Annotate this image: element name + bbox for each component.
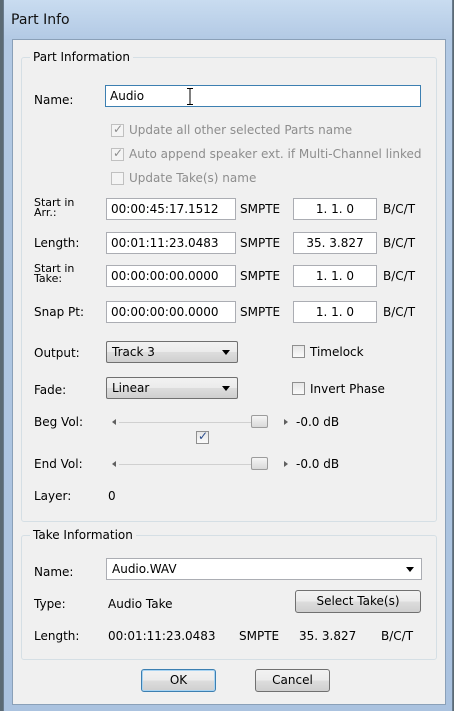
- take-name-value: Audio.WAV: [112, 562, 177, 576]
- check-icon: ✓: [113, 146, 124, 160]
- beg-vol-value: -0.0 dB: [296, 415, 340, 429]
- timelock-checkbox[interactable]: [292, 345, 305, 358]
- take-type-value: Audio Take: [108, 597, 173, 611]
- part-name-label: Name:: [34, 93, 74, 107]
- start-in-take-time-input[interactable]: 00:00:00:00.0000: [106, 265, 236, 287]
- update-parts-name-checkbox[interactable]: ✓: [111, 122, 124, 137]
- start-in-arr-bars-input[interactable]: 1. 1. 0: [293, 198, 377, 220]
- layer-value: 0: [108, 489, 116, 503]
- check-icon: ✓: [198, 429, 209, 443]
- fade-value: Linear: [112, 381, 150, 395]
- end-vol-value: -0.0 dB: [296, 457, 340, 471]
- beg-vol-label: Beg Vol:: [34, 415, 84, 429]
- part-information-legend: Part Information: [30, 50, 133, 64]
- length-time-input[interactable]: 00:01:11:23.0483: [106, 232, 236, 254]
- ok-button[interactable]: OK: [141, 669, 216, 692]
- chevron-down-icon: [222, 386, 230, 391]
- start-in-arr-time-input[interactable]: 00:00:45:17.1512: [106, 198, 236, 220]
- cancel-button[interactable]: Cancel: [255, 669, 330, 692]
- slider-right-arrow-icon[interactable]: [284, 419, 288, 425]
- slider-track[interactable]: [119, 422, 267, 423]
- take-name-dropdown[interactable]: Audio.WAV: [106, 558, 422, 580]
- part-name-input[interactable]: Audio: [105, 85, 421, 107]
- link-volumes-checkbox[interactable]: ✓: [196, 429, 209, 444]
- window-title: Part Info: [11, 12, 70, 28]
- snap-point-time-unit: SMPTE: [240, 305, 281, 319]
- take-length-bars: 35. 3.827: [299, 629, 357, 643]
- slider-thumb[interactable]: [251, 415, 268, 428]
- slider-left-arrow-icon[interactable]: [112, 461, 116, 467]
- start-in-arr-time-unit: SMPTE: [240, 202, 281, 216]
- start-in-take-label: Start in Take:: [34, 262, 75, 285]
- take-length-time: 00:01:11:23.0483: [108, 629, 216, 643]
- snap-point-bars-unit: B/C/T: [383, 305, 416, 319]
- snap-point-bars-input[interactable]: 1. 1. 0: [293, 301, 377, 323]
- chevron-down-icon: [222, 350, 230, 355]
- output-value: Track 3: [112, 345, 155, 359]
- select-takes-button[interactable]: Select Take(s): [295, 590, 421, 613]
- length-time-unit: SMPTE: [240, 236, 281, 250]
- part-name-value: Audio: [110, 89, 145, 103]
- take-type-label: Type:: [34, 597, 66, 611]
- text-cursor-icon: [187, 88, 193, 105]
- invert-phase-label: Invert Phase: [310, 382, 385, 396]
- take-information-legend: Take Information: [30, 528, 136, 542]
- take-name-label: Name:: [34, 565, 74, 579]
- layer-label: Layer:: [34, 489, 72, 503]
- output-dropdown[interactable]: Track 3: [106, 341, 238, 363]
- take-length-bars-unit: B/C/T: [381, 629, 414, 643]
- auto-append-label: Auto append speaker ext. if Multi-Channe…: [129, 147, 422, 161]
- dialog-client-area: Part Information Name: Audio ✓ Update al…: [12, 39, 446, 705]
- start-in-take-bars-input[interactable]: 1. 1. 0: [293, 265, 377, 287]
- end-vol-label: End Vol:: [34, 457, 83, 471]
- start-in-take-time-unit: SMPTE: [240, 269, 281, 283]
- length-bars-input[interactable]: 35. 3.827: [293, 232, 377, 254]
- timelock-label: Timelock: [310, 345, 364, 359]
- fade-dropdown[interactable]: Linear: [106, 377, 238, 399]
- slider-right-arrow-icon[interactable]: [284, 461, 288, 467]
- snap-point-time-input[interactable]: 00:00:00:00.0000: [106, 301, 236, 323]
- chevron-down-icon: [406, 567, 414, 572]
- invert-phase-checkbox[interactable]: [292, 382, 305, 395]
- check-icon: ✓: [113, 122, 124, 136]
- length-bars-unit: B/C/T: [383, 236, 416, 250]
- take-length-label: Length:: [34, 629, 80, 643]
- output-label: Output:: [34, 346, 80, 360]
- start-in-arr-bars-unit: B/C/T: [383, 202, 416, 216]
- slider-left-arrow-icon[interactable]: [112, 419, 116, 425]
- length-label: Length:: [34, 236, 80, 250]
- start-in-take-bars-unit: B/C/T: [383, 269, 416, 283]
- update-parts-name-label: Update all other selected Parts name: [129, 123, 353, 137]
- snap-point-label: Snap Pt:: [34, 305, 84, 319]
- update-takes-name-label: Update Take(s) name: [129, 171, 257, 185]
- update-takes-name-checkbox[interactable]: [111, 172, 124, 185]
- slider-track[interactable]: [119, 464, 267, 465]
- take-length-time-unit: SMPTE: [239, 629, 280, 643]
- fade-label: Fade:: [34, 383, 67, 397]
- slider-thumb[interactable]: [251, 457, 268, 470]
- auto-append-checkbox[interactable]: ✓: [111, 146, 124, 161]
- start-in-arr-label: Start in Arr.:: [34, 196, 75, 219]
- part-info-window: Part Info Part Information Name: Audio ✓…: [3, 0, 453, 711]
